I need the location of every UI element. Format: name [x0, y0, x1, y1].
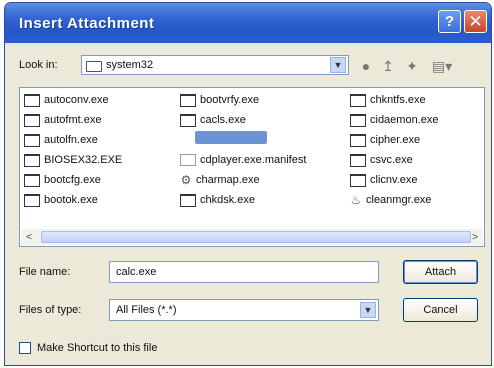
- file-icon: [24, 193, 40, 207]
- file-item[interactable]: autolfn.exe: [24, 132, 98, 148]
- scroll-thumb[interactable]: [41, 231, 471, 243]
- help-icon: ?: [444, 13, 455, 30]
- back-icon[interactable]: ●: [357, 57, 375, 75]
- folder-icon: [86, 61, 102, 72]
- make-shortcut-checkbox[interactable]: [19, 342, 31, 354]
- file-icon: [180, 193, 196, 207]
- file-item[interactable]: autofmt.exe: [24, 112, 101, 128]
- file-name-input[interactable]: [109, 261, 379, 283]
- file-icon: [24, 93, 40, 107]
- charmap-icon: ⚙: [180, 173, 192, 187]
- file-item[interactable]: clicnv.exe: [350, 172, 417, 188]
- file-item[interactable]: cacls.exe: [180, 112, 246, 128]
- file-icon: [350, 153, 366, 167]
- look-in-label: Look in:: [19, 59, 58, 71]
- file-icon: [180, 113, 196, 127]
- new-folder-icon[interactable]: ✦: [403, 57, 421, 75]
- chevron-down-icon[interactable]: ▼: [330, 57, 346, 73]
- file-item[interactable]: cipher.exe: [350, 132, 420, 148]
- file-item[interactable]: bootvrfy.exe: [180, 92, 259, 108]
- file-name-row: File name: Attach: [19, 260, 489, 284]
- file-item[interactable]: chkntfs.exe: [350, 92, 426, 108]
- file-item[interactable]: bootok.exe: [24, 192, 98, 208]
- cancel-button[interactable]: Cancel: [403, 298, 478, 322]
- file-icon: [350, 93, 366, 107]
- file-item[interactable]: bootcfg.exe: [24, 172, 101, 188]
- file-item[interactable]: csvc.exe: [350, 152, 413, 168]
- files-of-type-value: All Files (*.*): [116, 304, 177, 316]
- file-icon: [350, 133, 366, 147]
- chevron-down-icon[interactable]: ▼: [360, 302, 376, 318]
- help-button[interactable]: ?: [438, 10, 461, 33]
- scroll-right-icon[interactable]: >: [467, 229, 483, 245]
- dialog-title: Insert Attachment: [19, 15, 155, 32]
- file-icon: [180, 154, 196, 166]
- file-item[interactable]: chkdsk.exe: [180, 192, 255, 208]
- file-name-label: File name:: [19, 266, 71, 278]
- file-icon: [24, 113, 40, 127]
- close-icon: ✕: [468, 11, 483, 31]
- make-shortcut-row[interactable]: Make Shortcut to this file: [19, 339, 157, 357]
- files-of-type-select[interactable]: All Files (*.*) ▼: [109, 299, 379, 321]
- file-item[interactable]: ♨ cleanmgr.exe: [350, 192, 431, 208]
- look-in-row: Look in: system32 ▼ ● ↥ ✦ ▤▾: [19, 55, 481, 77]
- file-list[interactable]: autoconv.exe autofmt.exe autolfn.exe BIO…: [19, 87, 485, 247]
- look-in-combo[interactable]: system32 ▼: [81, 55, 349, 75]
- file-icon: [24, 173, 40, 187]
- make-shortcut-label: Make Shortcut to this file: [37, 342, 158, 354]
- file-item[interactable]: autoconv.exe: [24, 92, 109, 108]
- close-button[interactable]: ✕: [464, 10, 487, 33]
- scroll-left-icon[interactable]: <: [21, 229, 37, 245]
- look-in-value: system32: [106, 59, 154, 71]
- file-icon: [24, 133, 40, 147]
- file-icon: [24, 153, 40, 167]
- files-of-type-row: Files of type: All Files (*.*) ▼ Cancel: [19, 298, 489, 322]
- selected-file-item[interactable]: [195, 131, 267, 144]
- file-item[interactable]: cidaemon.exe: [350, 112, 439, 128]
- files-of-type-label: Files of type:: [19, 304, 82, 316]
- insert-attachment-dialog: Insert Attachment ? ✕ Look in: system32 …: [4, 2, 492, 366]
- file-item[interactable]: cdplayer.exe.manifest: [180, 152, 306, 168]
- views-menu-icon[interactable]: ▤▾: [429, 57, 455, 75]
- file-item[interactable]: ⚙ charmap.exe: [180, 172, 260, 188]
- file-item[interactable]: BIOSEX32.EXE: [24, 152, 122, 168]
- cleanmgr-icon: ♨: [350, 193, 362, 207]
- up-folder-icon[interactable]: ↥: [379, 57, 397, 75]
- attach-button[interactable]: Attach: [403, 260, 478, 284]
- file-icon: [180, 93, 196, 107]
- file-icon: [350, 173, 366, 187]
- horizontal-scrollbar[interactable]: < >: [21, 229, 483, 245]
- title-bar[interactable]: Insert Attachment ? ✕: [5, 3, 491, 43]
- file-icon: [350, 113, 366, 127]
